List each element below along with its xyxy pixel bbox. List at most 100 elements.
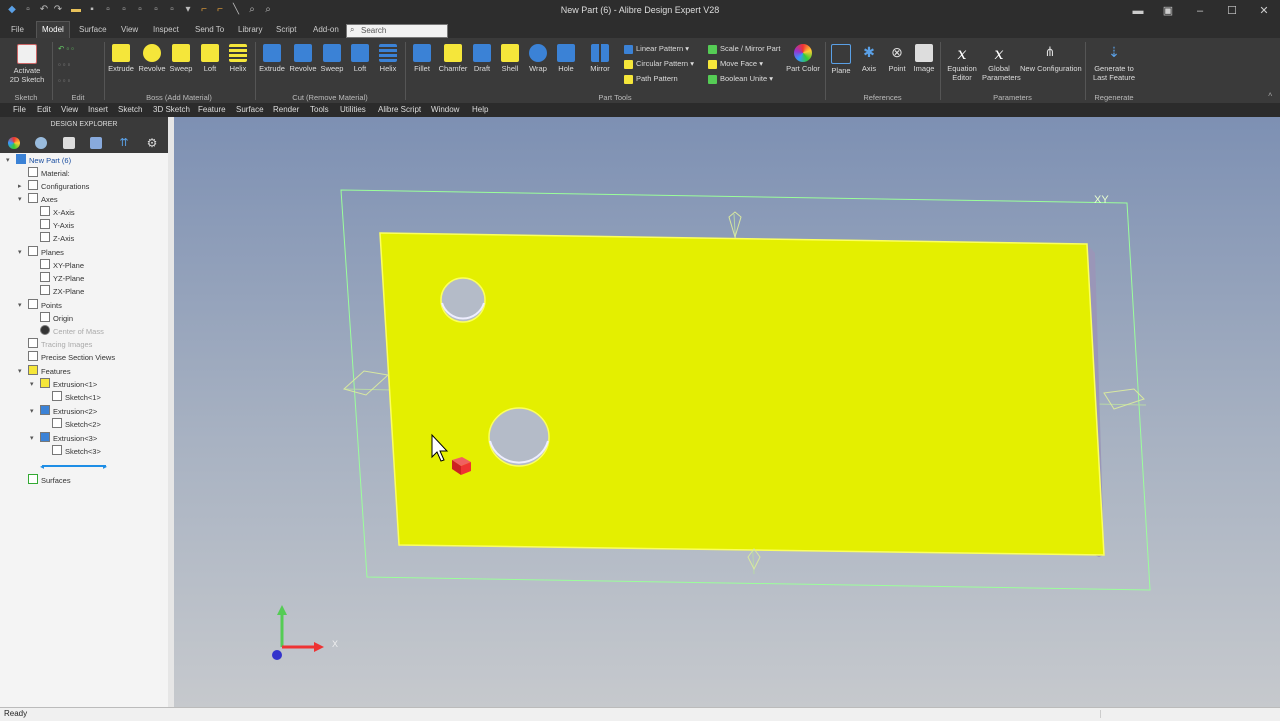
- tree-item-precise-section-views[interactable]: Precise Section Views: [28, 351, 115, 364]
- tab-view[interactable]: View: [116, 22, 143, 38]
- menu-insert[interactable]: Insert: [88, 105, 108, 114]
- maximize-button[interactable]: ☐: [1222, 3, 1242, 19]
- tab-script[interactable]: Script: [271, 22, 301, 38]
- tree-item-configurations[interactable]: Configurations: [28, 180, 89, 193]
- tree-item-origin[interactable]: Origin: [40, 312, 73, 325]
- boss-loft-button[interactable]: Loft: [198, 44, 222, 73]
- tree-item-extrusion-1[interactable]: Extrusion<1>: [40, 378, 97, 391]
- draft-button[interactable]: Draft: [470, 44, 494, 73]
- menu-surface[interactable]: Surface: [236, 105, 264, 114]
- tree-item-planes[interactable]: Planes: [28, 246, 64, 259]
- wrap-button[interactable]: Wrap: [526, 44, 550, 73]
- tree-item-extrusion-2[interactable]: Extrusion<2>: [40, 405, 97, 418]
- tab-surface[interactable]: Surface: [74, 22, 112, 38]
- rollback-bar[interactable]: [42, 465, 106, 467]
- tree-item-surfaces[interactable]: Surfaces: [28, 474, 71, 487]
- filter-icon[interactable]: [63, 137, 75, 149]
- linear-pattern-button[interactable]: Linear Pattern ▾: [624, 44, 689, 54]
- tree-item-sketch-3[interactable]: Sketch<3>: [52, 445, 101, 458]
- hole-button[interactable]: Hole: [554, 44, 578, 73]
- 3d-viewport[interactable]: XY X: [174, 117, 1280, 707]
- settings-tree-icon[interactable]: [35, 137, 47, 149]
- restore-layout-icon[interactable]: ▣: [1158, 3, 1178, 19]
- menu-tools[interactable]: Tools: [310, 105, 329, 114]
- cut-helix-button[interactable]: Helix: [376, 44, 400, 73]
- shell-button[interactable]: Shell: [498, 44, 522, 73]
- collapse-icon[interactable]: ▾: [30, 380, 34, 388]
- menu-3d-sketch[interactable]: 3D Sketch: [153, 105, 190, 114]
- mirror-button[interactable]: Mirror: [586, 44, 614, 73]
- search-input[interactable]: ⌕ Search: [346, 24, 448, 38]
- global-parameters-button[interactable]: x Global Parameters: [982, 44, 1021, 82]
- menu-alibre-script[interactable]: Alibre Script: [378, 105, 421, 114]
- tab-file[interactable]: File: [6, 22, 29, 38]
- tab-add-on[interactable]: Add-on: [308, 22, 344, 38]
- edit-paste-icon[interactable]: ▫ ▫ ▫: [58, 76, 70, 85]
- tree-item-axes[interactable]: Axes: [28, 193, 58, 206]
- scale-mirror-part-button[interactable]: Scale / Mirror Part: [708, 44, 780, 54]
- edit-copy-icon[interactable]: ▫ ▫ ▫: [58, 60, 70, 69]
- tab-send-to[interactable]: Send To: [190, 22, 229, 38]
- close-button[interactable]: ✕: [1254, 3, 1274, 19]
- collapse-icon[interactable]: ▾: [18, 301, 22, 309]
- fillet-button[interactable]: Fillet: [410, 44, 434, 73]
- tree-item-features[interactable]: Features: [28, 365, 71, 378]
- cut-extrude-button[interactable]: Extrude: [259, 44, 285, 73]
- tab-inspect[interactable]: Inspect: [148, 22, 184, 38]
- expand-icon[interactable]: ▸: [18, 182, 22, 190]
- menu-window[interactable]: Window: [431, 105, 459, 114]
- tree-item-x-axis[interactable]: X-Axis: [40, 206, 75, 219]
- equation-editor-button[interactable]: x Equation Editor: [946, 44, 978, 82]
- plane-button[interactable]: Plane: [830, 44, 852, 75]
- boss-extrude-button[interactable]: Extrude: [108, 44, 134, 73]
- boss-helix-button[interactable]: Helix: [226, 44, 250, 73]
- collapse-ribbon-icon[interactable]: ˄: [1268, 90, 1272, 99]
- boss-sweep-button[interactable]: Sweep: [168, 44, 194, 73]
- tree-item-sketch-2[interactable]: Sketch<2>: [52, 418, 101, 431]
- path-pattern-button[interactable]: Path Pattern: [624, 74, 678, 84]
- tree-item-xy-plane[interactable]: XY-Plane: [40, 259, 84, 272]
- cut-sweep-button[interactable]: Sweep: [319, 44, 345, 73]
- minimize-button[interactable]: –: [1190, 3, 1210, 19]
- menu-view[interactable]: View: [61, 105, 78, 114]
- collapse-icon[interactable]: ▾: [6, 156, 10, 164]
- collapse-icon[interactable]: ▾: [18, 195, 22, 203]
- point-button[interactable]: ⊗ Point: [886, 44, 908, 73]
- tree-item-center-of-mass[interactable]: Center of Mass: [40, 325, 104, 338]
- tree-item-zx-plane[interactable]: ZX-Plane: [40, 285, 84, 298]
- menu-sketch[interactable]: Sketch: [118, 105, 142, 114]
- tree-item-y-axis[interactable]: Y-Axis: [40, 219, 74, 232]
- image-button[interactable]: Image: [913, 44, 935, 73]
- part-color-button[interactable]: Part Color: [786, 44, 820, 73]
- tree-item-z-axis[interactable]: Z-Axis: [40, 232, 74, 245]
- new-configuration-button[interactable]: ⋔ New Configuration: [1020, 44, 1082, 73]
- cut-revolve-button[interactable]: Revolve: [288, 44, 318, 73]
- menu-utilities[interactable]: Utilities: [340, 105, 366, 114]
- menu-file[interactable]: File: [13, 105, 26, 114]
- activate-2d-sketch-button[interactable]: Activate 2D Sketch: [6, 44, 48, 84]
- tree-root[interactable]: New Part (6): [16, 154, 71, 167]
- menu-feature[interactable]: Feature: [198, 105, 226, 114]
- tree-item-yz-plane[interactable]: YZ-Plane: [40, 272, 84, 285]
- collapse-icon[interactable]: ▾: [18, 367, 22, 375]
- menu-edit[interactable]: Edit: [37, 105, 51, 114]
- chamfer-button[interactable]: Chamfer: [438, 44, 468, 73]
- model-view[interactable]: XY X: [174, 117, 1280, 707]
- tree-item-extrusion-3[interactable]: Extrusion<3>: [40, 432, 97, 445]
- tree-view-icon[interactable]: [90, 137, 102, 149]
- menu-render[interactable]: Render: [273, 105, 299, 114]
- layout-icon[interactable]: ▬: [1128, 3, 1148, 19]
- tree-item-points[interactable]: Points: [28, 299, 62, 312]
- collapse-icon[interactable]: ▾: [30, 434, 34, 442]
- generate-to-last-feature-button[interactable]: ⇣ Generate to Last Feature: [1090, 44, 1138, 82]
- boss-revolve-button[interactable]: Revolve: [137, 44, 167, 73]
- collapse-icon[interactable]: ▾: [30, 407, 34, 415]
- tab-library[interactable]: Library: [233, 22, 267, 38]
- circular-pattern-button[interactable]: Circular Pattern ▾: [624, 59, 694, 69]
- tree-item-tracing-images[interactable]: Tracing Images: [28, 338, 92, 351]
- appearance-icon[interactable]: [8, 137, 20, 149]
- move-face-button[interactable]: Move Face ▾: [708, 59, 763, 69]
- tree-item-sketch-1[interactable]: Sketch<1>: [52, 391, 101, 404]
- hole-2[interactable]: [488, 407, 550, 467]
- axis-button[interactable]: ✱ Axis: [858, 44, 880, 73]
